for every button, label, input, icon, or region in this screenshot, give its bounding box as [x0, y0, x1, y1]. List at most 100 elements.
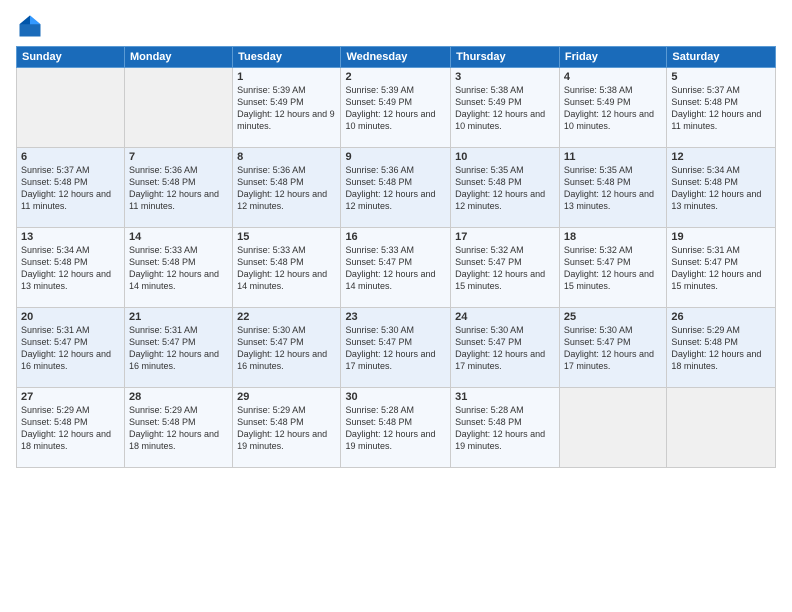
weekday-monday: Monday [124, 47, 232, 68]
calendar-cell: 20Sunrise: 5:31 AMSunset: 5:47 PMDayligh… [17, 308, 125, 388]
calendar-cell: 3Sunrise: 5:38 AMSunset: 5:49 PMDaylight… [451, 68, 560, 148]
day-info: Sunrise: 5:39 AMSunset: 5:49 PMDaylight:… [345, 84, 446, 133]
day-info: Sunrise: 5:31 AMSunset: 5:47 PMDaylight:… [129, 324, 228, 373]
calendar-cell: 14Sunrise: 5:33 AMSunset: 5:48 PMDayligh… [124, 228, 232, 308]
day-info: Sunrise: 5:29 AMSunset: 5:48 PMDaylight:… [129, 404, 228, 453]
day-info: Sunrise: 5:33 AMSunset: 5:47 PMDaylight:… [345, 244, 446, 293]
day-number: 17 [455, 231, 555, 243]
logo-icon [16, 12, 44, 40]
day-info: Sunrise: 5:33 AMSunset: 5:48 PMDaylight:… [237, 244, 336, 293]
calendar-cell: 7Sunrise: 5:36 AMSunset: 5:48 PMDaylight… [124, 148, 232, 228]
weekday-row: SundayMondayTuesdayWednesdayThursdayFrid… [17, 47, 776, 68]
day-number: 27 [21, 391, 120, 403]
day-number: 22 [237, 311, 336, 323]
day-number: 24 [455, 311, 555, 323]
day-info: Sunrise: 5:38 AMSunset: 5:49 PMDaylight:… [564, 84, 662, 133]
calendar-cell: 26Sunrise: 5:29 AMSunset: 5:48 PMDayligh… [667, 308, 776, 388]
day-number: 5 [671, 71, 771, 83]
header [16, 12, 776, 40]
calendar: SundayMondayTuesdayWednesdayThursdayFrid… [16, 46, 776, 468]
calendar-cell [17, 68, 125, 148]
calendar-cell: 27Sunrise: 5:29 AMSunset: 5:48 PMDayligh… [17, 388, 125, 468]
calendar-cell [667, 388, 776, 468]
calendar-cell: 10Sunrise: 5:35 AMSunset: 5:48 PMDayligh… [451, 148, 560, 228]
calendar-header: SundayMondayTuesdayWednesdayThursdayFrid… [17, 47, 776, 68]
day-number: 18 [564, 231, 662, 243]
weekday-saturday: Saturday [667, 47, 776, 68]
day-info: Sunrise: 5:34 AMSunset: 5:48 PMDaylight:… [21, 244, 120, 293]
day-number: 4 [564, 71, 662, 83]
day-number: 31 [455, 391, 555, 403]
calendar-cell: 18Sunrise: 5:32 AMSunset: 5:47 PMDayligh… [559, 228, 666, 308]
calendar-cell: 6Sunrise: 5:37 AMSunset: 5:48 PMDaylight… [17, 148, 125, 228]
week-row-3: 20Sunrise: 5:31 AMSunset: 5:47 PMDayligh… [17, 308, 776, 388]
week-row-4: 27Sunrise: 5:29 AMSunset: 5:48 PMDayligh… [17, 388, 776, 468]
calendar-cell: 24Sunrise: 5:30 AMSunset: 5:47 PMDayligh… [451, 308, 560, 388]
day-number: 6 [21, 151, 120, 163]
day-number: 29 [237, 391, 336, 403]
day-info: Sunrise: 5:36 AMSunset: 5:48 PMDaylight:… [237, 164, 336, 213]
calendar-cell: 21Sunrise: 5:31 AMSunset: 5:47 PMDayligh… [124, 308, 232, 388]
calendar-cell: 28Sunrise: 5:29 AMSunset: 5:48 PMDayligh… [124, 388, 232, 468]
calendar-cell: 5Sunrise: 5:37 AMSunset: 5:48 PMDaylight… [667, 68, 776, 148]
day-number: 15 [237, 231, 336, 243]
day-number: 30 [345, 391, 446, 403]
week-row-2: 13Sunrise: 5:34 AMSunset: 5:48 PMDayligh… [17, 228, 776, 308]
day-info: Sunrise: 5:35 AMSunset: 5:48 PMDaylight:… [455, 164, 555, 213]
logo [16, 12, 48, 40]
day-number: 1 [237, 71, 336, 83]
day-info: Sunrise: 5:31 AMSunset: 5:47 PMDaylight:… [671, 244, 771, 293]
calendar-cell: 17Sunrise: 5:32 AMSunset: 5:47 PMDayligh… [451, 228, 560, 308]
weekday-sunday: Sunday [17, 47, 125, 68]
calendar-cell: 25Sunrise: 5:30 AMSunset: 5:47 PMDayligh… [559, 308, 666, 388]
calendar-cell: 31Sunrise: 5:28 AMSunset: 5:48 PMDayligh… [451, 388, 560, 468]
calendar-cell: 16Sunrise: 5:33 AMSunset: 5:47 PMDayligh… [341, 228, 451, 308]
calendar-cell: 19Sunrise: 5:31 AMSunset: 5:47 PMDayligh… [667, 228, 776, 308]
page: SundayMondayTuesdayWednesdayThursdayFrid… [0, 0, 792, 612]
day-info: Sunrise: 5:32 AMSunset: 5:47 PMDaylight:… [455, 244, 555, 293]
day-info: Sunrise: 5:29 AMSunset: 5:48 PMDaylight:… [21, 404, 120, 453]
day-info: Sunrise: 5:29 AMSunset: 5:48 PMDaylight:… [237, 404, 336, 453]
day-info: Sunrise: 5:30 AMSunset: 5:47 PMDaylight:… [345, 324, 446, 373]
day-number: 19 [671, 231, 771, 243]
calendar-cell: 11Sunrise: 5:35 AMSunset: 5:48 PMDayligh… [559, 148, 666, 228]
day-number: 28 [129, 391, 228, 403]
day-info: Sunrise: 5:36 AMSunset: 5:48 PMDaylight:… [345, 164, 446, 213]
day-number: 20 [21, 311, 120, 323]
calendar-cell: 8Sunrise: 5:36 AMSunset: 5:48 PMDaylight… [233, 148, 341, 228]
calendar-cell: 12Sunrise: 5:34 AMSunset: 5:48 PMDayligh… [667, 148, 776, 228]
day-number: 9 [345, 151, 446, 163]
calendar-cell: 30Sunrise: 5:28 AMSunset: 5:48 PMDayligh… [341, 388, 451, 468]
day-number: 10 [455, 151, 555, 163]
calendar-cell: 2Sunrise: 5:39 AMSunset: 5:49 PMDaylight… [341, 68, 451, 148]
day-info: Sunrise: 5:32 AMSunset: 5:47 PMDaylight:… [564, 244, 662, 293]
day-info: Sunrise: 5:39 AMSunset: 5:49 PMDaylight:… [237, 84, 336, 133]
day-info: Sunrise: 5:30 AMSunset: 5:47 PMDaylight:… [564, 324, 662, 373]
week-row-1: 6Sunrise: 5:37 AMSunset: 5:48 PMDaylight… [17, 148, 776, 228]
weekday-friday: Friday [559, 47, 666, 68]
day-info: Sunrise: 5:38 AMSunset: 5:49 PMDaylight:… [455, 84, 555, 133]
calendar-cell: 4Sunrise: 5:38 AMSunset: 5:49 PMDaylight… [559, 68, 666, 148]
day-info: Sunrise: 5:28 AMSunset: 5:48 PMDaylight:… [455, 404, 555, 453]
day-number: 21 [129, 311, 228, 323]
day-info: Sunrise: 5:29 AMSunset: 5:48 PMDaylight:… [671, 324, 771, 373]
day-number: 12 [671, 151, 771, 163]
calendar-cell [124, 68, 232, 148]
day-info: Sunrise: 5:35 AMSunset: 5:48 PMDaylight:… [564, 164, 662, 213]
weekday-wednesday: Wednesday [341, 47, 451, 68]
week-row-0: 1Sunrise: 5:39 AMSunset: 5:49 PMDaylight… [17, 68, 776, 148]
calendar-cell: 13Sunrise: 5:34 AMSunset: 5:48 PMDayligh… [17, 228, 125, 308]
weekday-thursday: Thursday [451, 47, 560, 68]
day-number: 3 [455, 71, 555, 83]
calendar-cell: 1Sunrise: 5:39 AMSunset: 5:49 PMDaylight… [233, 68, 341, 148]
day-number: 8 [237, 151, 336, 163]
calendar-cell: 23Sunrise: 5:30 AMSunset: 5:47 PMDayligh… [341, 308, 451, 388]
day-info: Sunrise: 5:30 AMSunset: 5:47 PMDaylight:… [455, 324, 555, 373]
day-number: 13 [21, 231, 120, 243]
day-info: Sunrise: 5:36 AMSunset: 5:48 PMDaylight:… [129, 164, 228, 213]
day-info: Sunrise: 5:33 AMSunset: 5:48 PMDaylight:… [129, 244, 228, 293]
day-info: Sunrise: 5:34 AMSunset: 5:48 PMDaylight:… [671, 164, 771, 213]
day-number: 7 [129, 151, 228, 163]
day-info: Sunrise: 5:31 AMSunset: 5:47 PMDaylight:… [21, 324, 120, 373]
day-number: 11 [564, 151, 662, 163]
